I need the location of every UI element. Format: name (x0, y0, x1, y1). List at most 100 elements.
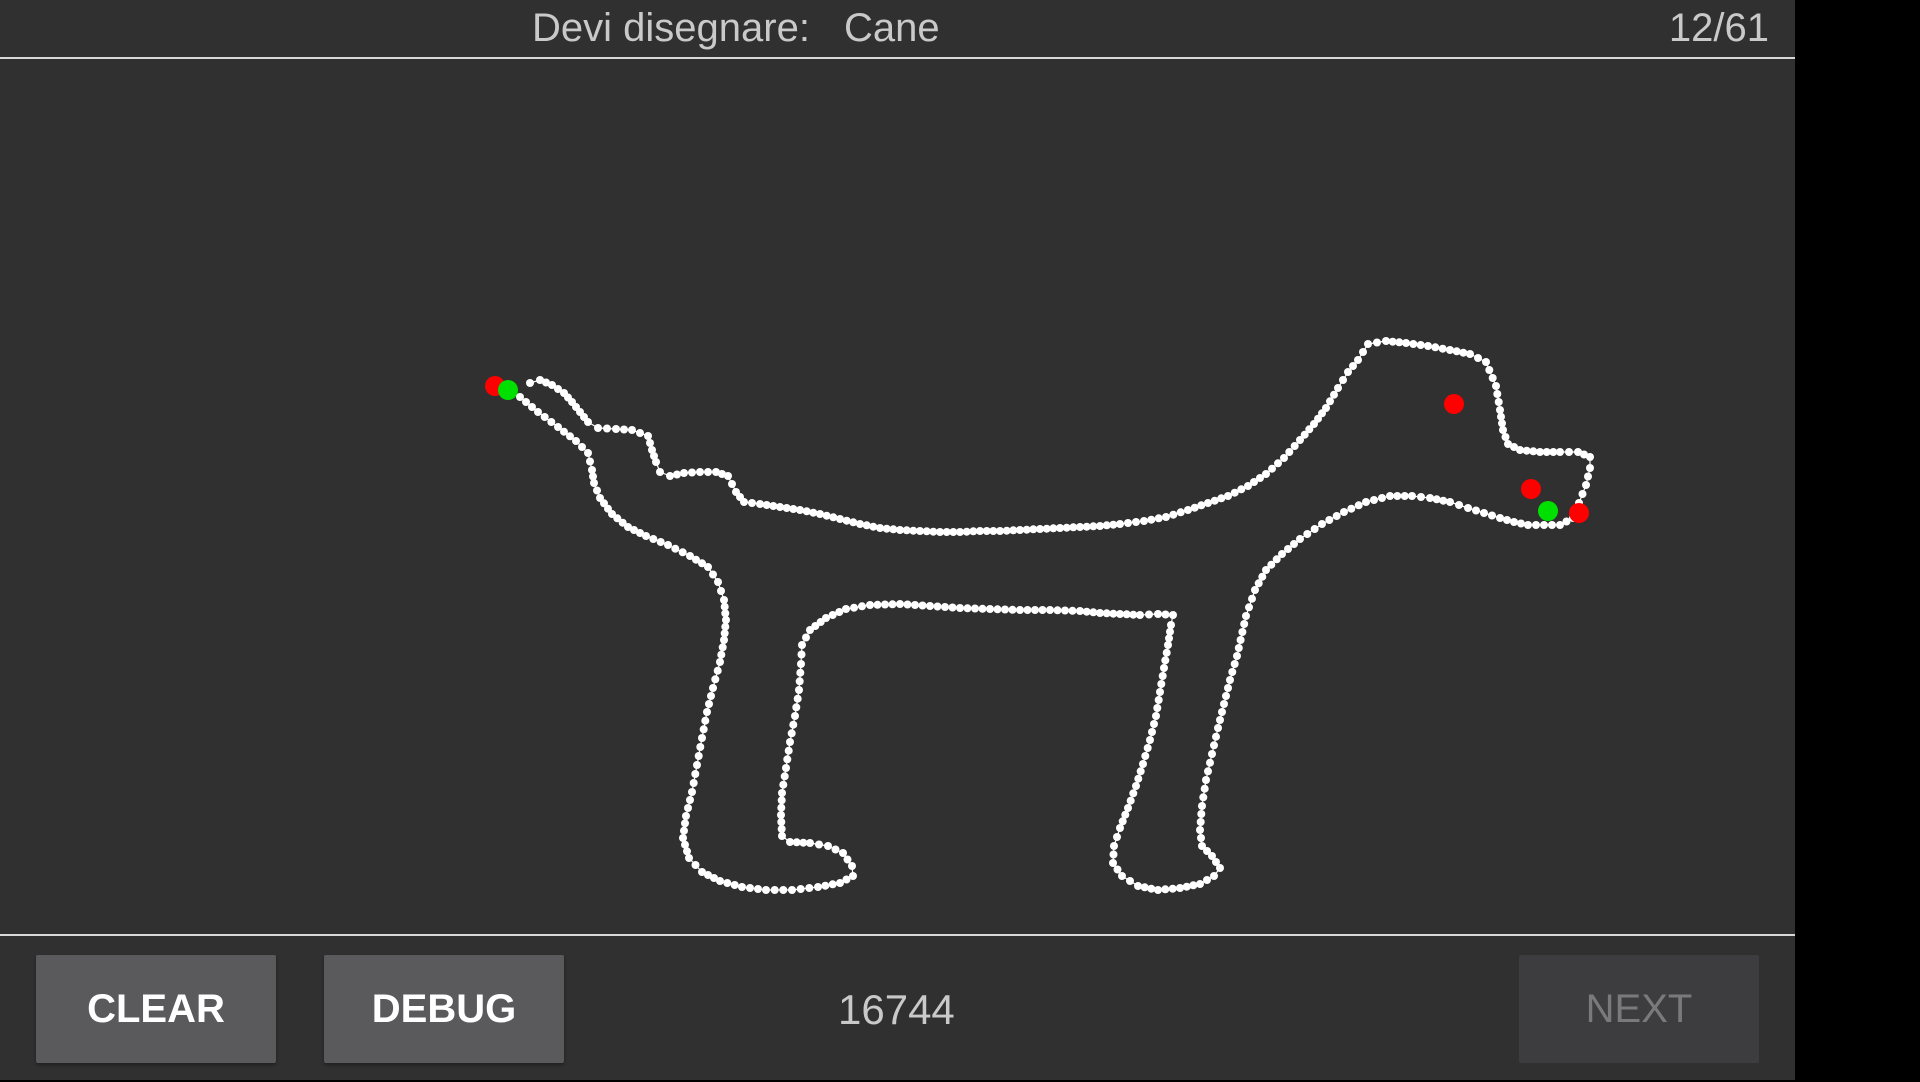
stroke-point (756, 500, 764, 508)
stroke-point (873, 600, 882, 609)
stroke-point (1023, 606, 1032, 614)
score-value: 16744 (838, 986, 955, 1033)
stroke-point (703, 708, 711, 716)
stroke-point (1132, 782, 1140, 790)
stroke-point (1268, 464, 1276, 473)
stroke-point (963, 604, 972, 613)
stroke-point (590, 479, 598, 487)
stroke-point (738, 883, 746, 891)
stroke-point (1126, 877, 1134, 885)
debug-button[interactable]: DEBUG (324, 955, 564, 1063)
stroke-point (792, 703, 801, 712)
stroke-point (831, 845, 840, 854)
stroke-point (691, 861, 700, 869)
stroke-point (777, 818, 786, 826)
stroke-point (926, 602, 934, 610)
stroke-point (1386, 492, 1394, 500)
drawing-canvas[interactable] (0, 59, 1795, 934)
stroke-point (704, 468, 712, 476)
app-window: Devi disegnare: Cane 12/61 CLEAR DEBUG 16… (0, 0, 1795, 1080)
stroke-point (1285, 448, 1294, 456)
drawing-surface[interactable] (0, 59, 1795, 934)
stroke-point (782, 504, 791, 512)
stroke-point (717, 650, 726, 659)
stroke-point (1110, 842, 1118, 850)
stroke-point (1493, 390, 1502, 398)
stroke-point (1492, 382, 1500, 390)
stroke-point (1364, 340, 1372, 348)
stroke-point (1212, 732, 1220, 741)
stroke-point (1417, 493, 1425, 501)
stroke-point (1378, 494, 1386, 502)
stroke-point (1488, 374, 1497, 382)
stroke-point (730, 881, 739, 889)
stroke-point (1224, 684, 1232, 692)
stroke-start-marker (498, 380, 518, 400)
stroke-point (1274, 459, 1282, 468)
stroke-point (941, 603, 949, 611)
stroke-point (849, 872, 857, 880)
stroke-point (1118, 872, 1126, 880)
stroke-point (713, 666, 722, 675)
stroke-point (1046, 606, 1054, 614)
stroke-point (1038, 606, 1047, 614)
target-word: Cane (843, 6, 940, 50)
stroke-point (1426, 494, 1434, 502)
progress-counter: 12/61 (1668, 6, 1769, 50)
stroke-point (694, 752, 703, 760)
stroke-point (1245, 603, 1253, 612)
stroke-point (666, 472, 674, 480)
next-button[interactable]: NEXT (1519, 955, 1759, 1063)
stroke-point (1016, 606, 1024, 614)
stroke-point (1210, 741, 1218, 750)
footer-bar: CLEAR DEBUG 16744 NEXT (0, 934, 1795, 1082)
stroke-point (1474, 354, 1482, 362)
stroke-point (1161, 610, 1170, 619)
stroke-point (578, 443, 586, 451)
stroke-point (656, 468, 664, 476)
stroke-point (1148, 728, 1156, 736)
stroke-point (862, 521, 871, 530)
stroke-point (754, 885, 762, 893)
stroke-point (1318, 520, 1326, 528)
stroke-point (1532, 521, 1540, 529)
stroke-point (1200, 784, 1209, 793)
stroke-point (1325, 516, 1334, 524)
stroke-point (1565, 448, 1573, 456)
stroke-point (684, 804, 692, 812)
stroke-point (1168, 884, 1177, 893)
stroke-point (1438, 344, 1447, 353)
stroke-point (881, 600, 889, 609)
stroke-point (1236, 636, 1245, 644)
stroke-point (1208, 750, 1216, 758)
stroke-point (1439, 496, 1448, 505)
stroke-point (876, 524, 884, 532)
stroke-point (680, 469, 688, 477)
stroke-point (526, 379, 534, 387)
stroke-point (1296, 436, 1304, 444)
stroke-point (797, 660, 805, 668)
stroke-point (779, 780, 788, 789)
stroke-point (1240, 620, 1249, 628)
stroke-point (1424, 342, 1432, 350)
stroke-point (717, 587, 725, 595)
stroke-point (1344, 368, 1352, 376)
clear-button[interactable]: CLEAR (36, 955, 276, 1063)
stroke-point (696, 468, 704, 476)
stroke-point (1334, 384, 1342, 392)
stroke-point (689, 779, 698, 787)
stroke-point (1510, 518, 1518, 526)
stroke-point (784, 746, 793, 755)
stroke-point (1210, 872, 1218, 880)
stroke-point (540, 413, 549, 421)
stroke-point (1129, 789, 1138, 798)
stroke-point (798, 641, 806, 649)
stroke-point (1408, 492, 1416, 500)
stroke-point (1214, 724, 1222, 732)
stroke-point (698, 734, 706, 742)
stroke-point (1347, 504, 1356, 513)
stroke-point (681, 819, 689, 828)
stroke-point (1153, 704, 1162, 712)
stroke-point (1158, 672, 1167, 680)
stroke-point (1359, 348, 1367, 356)
